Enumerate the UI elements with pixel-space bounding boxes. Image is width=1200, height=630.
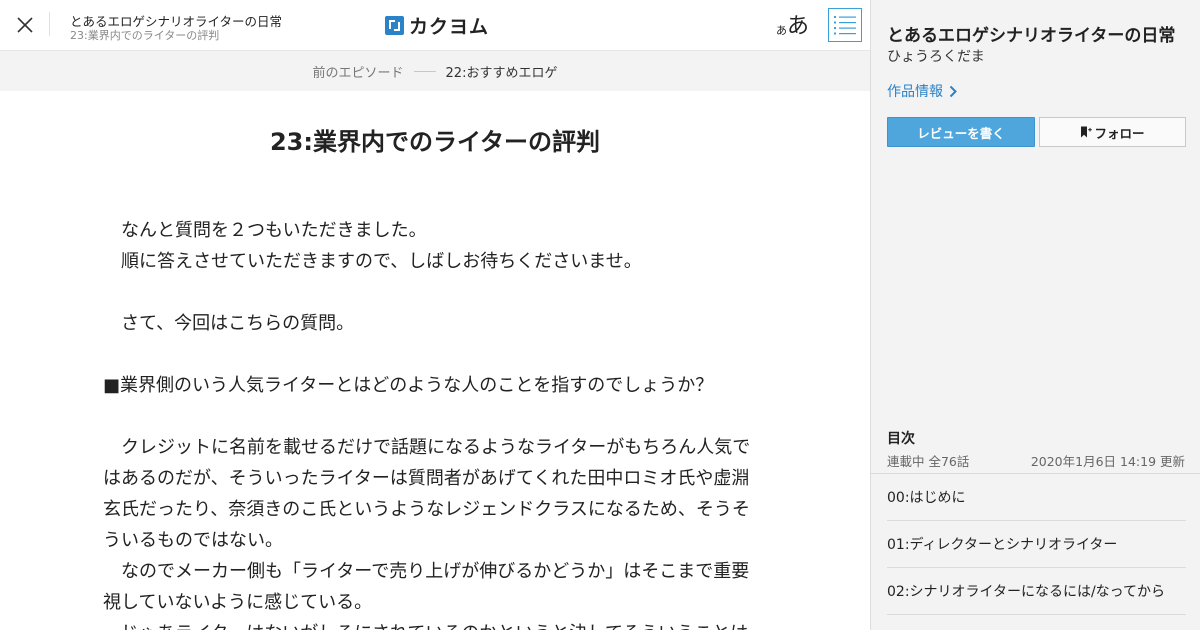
previous-episode-bar: 前のエピソード 22:おすすめエロゲ (0, 51, 870, 91)
divider (413, 70, 436, 72)
body-line: 順に答えさせていただきますので、しばしお待ちくださいませ。 (103, 251, 642, 272)
body-line: はあるのだが、そういったライターは質問者があげてくれた田中ロミオ氏や虚淵 (103, 468, 750, 489)
font-size-big-glyph: あ (787, 14, 810, 39)
kakuyomu-logo[interactable]: カクヨム (385, 13, 490, 38)
body-line (103, 277, 763, 308)
episode-list-item[interactable]: 02:シナリオライターになるには/なってから (887, 568, 1186, 615)
episode-list: 00:はじめに 01:ディレクターとシナリオライター 02:シナリオライターにな… (871, 473, 1200, 615)
toc-heading: 目次 (887, 431, 915, 447)
reader-page: とあるエロゲシナリオライターの日常 23:業界内でのライターの評判 カクヨム あ… (0, 0, 1200, 630)
previous-episode-label: 前のエピソード (312, 65, 404, 81)
chevron-right-icon (949, 85, 957, 97)
body-line: ういるものではない。 (103, 530, 283, 551)
episode-body: なんと質問を２つもいただきました。 順に答えさせていただきますので、しばしお待ち… (103, 215, 763, 630)
font-size-small-glyph: あ (776, 24, 787, 37)
episode-title: 23:業界内でのライターの評判 (70, 29, 220, 42)
write-review-button[interactable]: レビューを書く (887, 117, 1035, 147)
work-info-link[interactable]: 作品情報 (887, 81, 957, 101)
toc-toggle-button[interactable] (828, 8, 862, 42)
episode-list-item[interactable]: 00:はじめに (887, 474, 1186, 521)
body-line (103, 401, 763, 432)
sidebar-work-title[interactable]: とあるエロゲシナリオライターの日常 (887, 21, 1175, 46)
close-button[interactable] (8, 8, 42, 42)
divider (49, 12, 50, 36)
bookmark-plus-icon (1081, 126, 1093, 138)
body-line: さて、今回はこちらの質問。 (103, 313, 355, 334)
body-line: じゃあライターはないがしろにされているのかというと決してそういうことは (103, 618, 763, 630)
episode-list-item[interactable]: 01:ディレクターとシナリオライター (887, 521, 1186, 568)
sidebar: とあるエロゲシナリオライターの日常 ひょうろくだま 作品情報 レビューを書く フ… (870, 0, 1200, 630)
top-bar: とあるエロゲシナリオライターの日常 23:業界内でのライターの評判 カクヨム あ… (0, 0, 870, 51)
body-line: 玄氏だったり、奈須きのこ氏というようなレジェンドクラスになるため、そうそ (103, 499, 750, 520)
logo-text: カクヨム (409, 15, 490, 38)
episode-heading: 23:業界内でのライターの評判 (269, 128, 601, 156)
last-updated: 2020年1月6日 14:19 更新 (1030, 454, 1185, 469)
list-icon (834, 16, 856, 35)
font-size-button[interactable]: あ あ (776, 10, 809, 40)
logo-icon (385, 15, 404, 35)
work-info-label: 作品情報 (887, 84, 943, 100)
previous-episode-link[interactable]: 22:おすすめエロゲ (446, 62, 558, 81)
sidebar-author[interactable]: ひょうろくだま (887, 46, 985, 66)
body-line: クレジットに名前を載せるだけで話題になるようなライターがもちろん人気で (103, 437, 751, 458)
body-line: なのでメーカー側も「ライターで売り上げが伸びるかどうか」はそこまで重要 (103, 561, 750, 582)
body-line: なんと質問を２つもいただきました。 (103, 220, 427, 241)
body-line (103, 339, 763, 370)
reader-main: とあるエロゲシナリオライターの日常 23:業界内でのライターの評判 カクヨム あ… (0, 0, 870, 630)
follow-label: フォロー (1094, 125, 1145, 141)
close-icon (17, 17, 33, 33)
body-line: 視していないように感じている。 (103, 592, 373, 613)
serial-status: 連載中 全76話 (887, 454, 970, 469)
body-line: ■業界側のいう人気ライターとはどのような人のことを指すのでしょうか？ (103, 375, 714, 396)
follow-button[interactable]: フォロー (1039, 117, 1186, 147)
